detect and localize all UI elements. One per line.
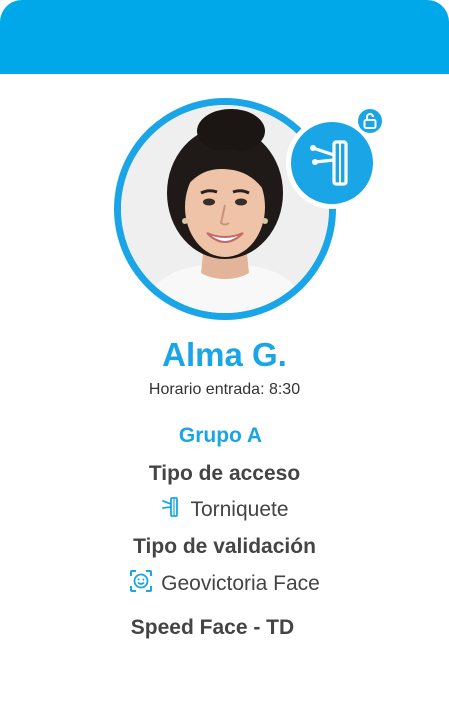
- validation-type-text: Geovictoria Face: [161, 572, 320, 595]
- validation-type-value: Geovictoria Face: [0, 569, 449, 599]
- access-card: Alma G. Horario entrada: 8:30 Grupo A Ti…: [0, 0, 449, 701]
- turnstile-icon: [160, 496, 182, 524]
- header-bar: [0, 0, 449, 74]
- turnstile-badge-icon: [291, 122, 373, 204]
- entry-schedule: Horario entrada: 8:30: [148, 381, 301, 398]
- face-scan-icon: [129, 569, 153, 599]
- unlock-icon: [356, 107, 384, 135]
- group-label: Grupo A: [178, 424, 263, 447]
- access-type-label: Tipo de acceso: [148, 462, 301, 485]
- person-name: Alma G.: [162, 336, 287, 373]
- validation-type-label: Tipo de validación: [133, 535, 316, 558]
- access-type-text: Torniquete: [190, 498, 289, 521]
- access-type-value: Torniquete: [0, 496, 449, 524]
- device-name: Speed Face - TD: [130, 616, 295, 639]
